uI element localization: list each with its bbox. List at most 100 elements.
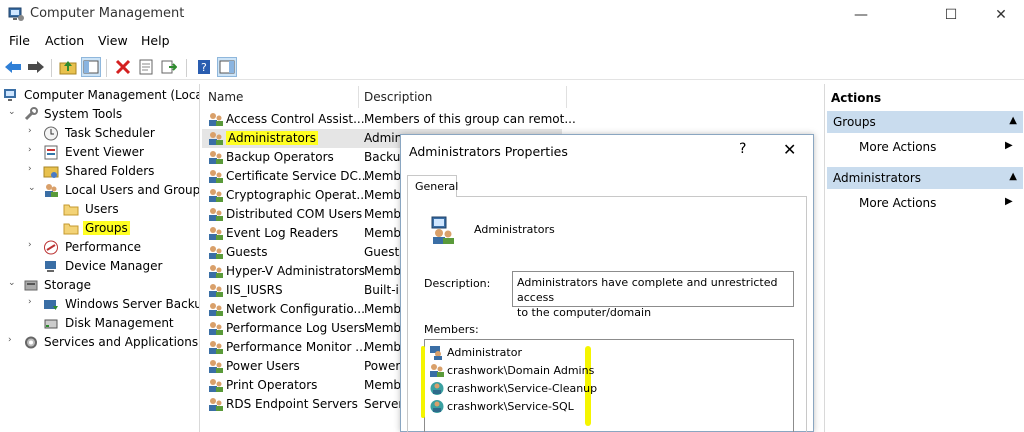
menu-view[interactable]: View <box>98 33 128 48</box>
dialog-title: Administrators Properties <box>409 144 568 159</box>
row-name: Network Configuratio... <box>226 302 365 316</box>
export-icon <box>161 60 177 74</box>
menu-help[interactable]: Help <box>141 33 170 48</box>
row-description: Memb <box>364 226 402 240</box>
close-button[interactable]: ✕ <box>978 0 1024 30</box>
row-name: Event Log Readers <box>226 226 339 240</box>
group-icon <box>209 189 223 202</box>
actions-section-groups[interactable]: Groups ▲ <box>827 111 1023 133</box>
highlighter-mark <box>421 346 425 418</box>
group-icon <box>209 379 223 392</box>
minimize-button[interactable]: — <box>838 0 884 30</box>
group-icon <box>209 132 223 145</box>
group-icon <box>209 303 223 316</box>
export-list-button[interactable] <box>159 57 179 77</box>
row-name: Performance Monitor ... <box>226 340 367 354</box>
services-icon <box>25 336 37 349</box>
administrators-properties-dialog: Administrators Properties ? ✕ General Ad… <box>400 134 814 432</box>
properties-button[interactable] <box>136 57 156 77</box>
storage-icon <box>24 280 38 291</box>
maximize-button[interactable]: ☐ <box>928 0 974 30</box>
chevron-down-icon[interactable]: ⌄ <box>28 183 38 193</box>
dialog-close-button[interactable]: ✕ <box>783 140 796 159</box>
group-icon <box>209 360 223 373</box>
device-manager-icon <box>45 261 56 272</box>
toolbar-separator <box>186 59 187 77</box>
console-tree-icon <box>83 60 99 74</box>
row-description: Memb <box>364 188 402 202</box>
title-bar: Computer Management — ☐ ✕ <box>0 0 1024 30</box>
row-name: Administrators <box>226 131 319 145</box>
actions-pane: Actions Groups ▲ More Actions ▶ Administ… <box>824 84 1024 432</box>
collapse-up-icon[interactable]: ▲ <box>1009 171 1017 182</box>
disk-icon <box>44 319 58 329</box>
dialog-help-button[interactable]: ? <box>739 141 746 157</box>
performance-icon <box>44 240 58 255</box>
menu-file[interactable]: File <box>9 33 30 48</box>
menu-bar: File Action View Help <box>0 30 1024 52</box>
row-description: Memb <box>364 207 402 221</box>
toolbar-separator <box>106 59 107 77</box>
computer-management-icon <box>4 89 16 101</box>
table-row[interactable]: Access Control Assist... Members of this … <box>202 110 576 129</box>
row-name: Access Control Assist... <box>226 112 365 126</box>
row-name: Hyper-V Administrators <box>226 264 365 278</box>
members-list[interactable]: Administrator crashwork\Domain Admins cr… <box>421 339 794 432</box>
window-title: Computer Management <box>30 6 185 21</box>
forward-button[interactable] <box>26 57 46 77</box>
collapse-up-icon[interactable]: ▲ <box>1009 115 1017 126</box>
column-divider[interactable] <box>358 86 359 108</box>
domain-user-icon <box>430 400 444 413</box>
delete-button[interactable] <box>113 57 133 77</box>
row-description: Memb <box>364 340 402 354</box>
chevron-right-icon[interactable]: › <box>28 240 38 250</box>
group-icon <box>431 216 454 244</box>
row-name: Backup Operators <box>226 150 334 164</box>
svg-text:?: ? <box>201 61 207 74</box>
column-header-name[interactable]: Name <box>208 90 243 104</box>
show-hide-action-pane-button[interactable] <box>217 57 237 77</box>
clock-icon <box>44 126 58 141</box>
chevron-right-icon[interactable]: › <box>28 297 38 307</box>
group-icon <box>209 246 223 259</box>
chevron-down-icon[interactable]: ⌄ <box>8 278 18 288</box>
more-actions-groups[interactable]: More Actions ▶ <box>859 140 1013 154</box>
show-hide-tree-button[interactable] <box>81 57 101 77</box>
row-description: Memb <box>364 302 402 316</box>
tab-general[interactable]: General <box>407 175 458 197</box>
chevron-down-icon[interactable]: ⌄ <box>8 107 18 117</box>
menu-action[interactable]: Action <box>45 33 84 48</box>
back-arrow-icon <box>5 61 21 73</box>
chevron-right-icon[interactable]: › <box>28 164 38 174</box>
column-divider[interactable] <box>566 86 567 108</box>
group-icon <box>209 151 223 164</box>
group-icon <box>209 113 223 126</box>
description-label: Description: <box>424 277 491 290</box>
column-header-description[interactable]: Description <box>364 90 432 104</box>
group-name: Administrators <box>474 223 555 236</box>
submenu-arrow-icon: ▶ <box>1005 196 1013 207</box>
chevron-right-icon[interactable]: › <box>28 126 38 136</box>
submenu-arrow-icon: ▶ <box>1005 140 1013 151</box>
users-icon <box>45 184 58 197</box>
general-tab-pane: Administrators Description: Administrato… <box>407 196 807 432</box>
row-name: IIS_IUSRS <box>226 283 283 297</box>
group-icon <box>209 284 223 297</box>
actions-section-administrators[interactable]: Administrators ▲ <box>827 167 1023 189</box>
more-actions-administrators[interactable]: More Actions ▶ <box>859 196 1013 210</box>
computer-management-icon <box>8 7 24 21</box>
chevron-right-icon[interactable]: › <box>8 335 18 345</box>
up-folder-button[interactable] <box>58 57 78 77</box>
help-button[interactable]: ? <box>194 57 214 77</box>
row-description: Built-i <box>364 283 399 297</box>
group-icon <box>209 341 223 354</box>
row-name: Certificate Service DC... <box>226 169 370 183</box>
row-name: RDS Endpoint Servers <box>226 397 358 411</box>
group-icon <box>209 208 223 221</box>
row-description: Power <box>364 359 401 373</box>
chevron-right-icon[interactable]: › <box>28 145 38 155</box>
backup-icon <box>44 300 58 310</box>
back-button[interactable] <box>3 57 23 77</box>
description-field[interactable]: Administrators have complete and unrestr… <box>512 271 794 319</box>
help-book-icon: ? <box>198 60 210 74</box>
